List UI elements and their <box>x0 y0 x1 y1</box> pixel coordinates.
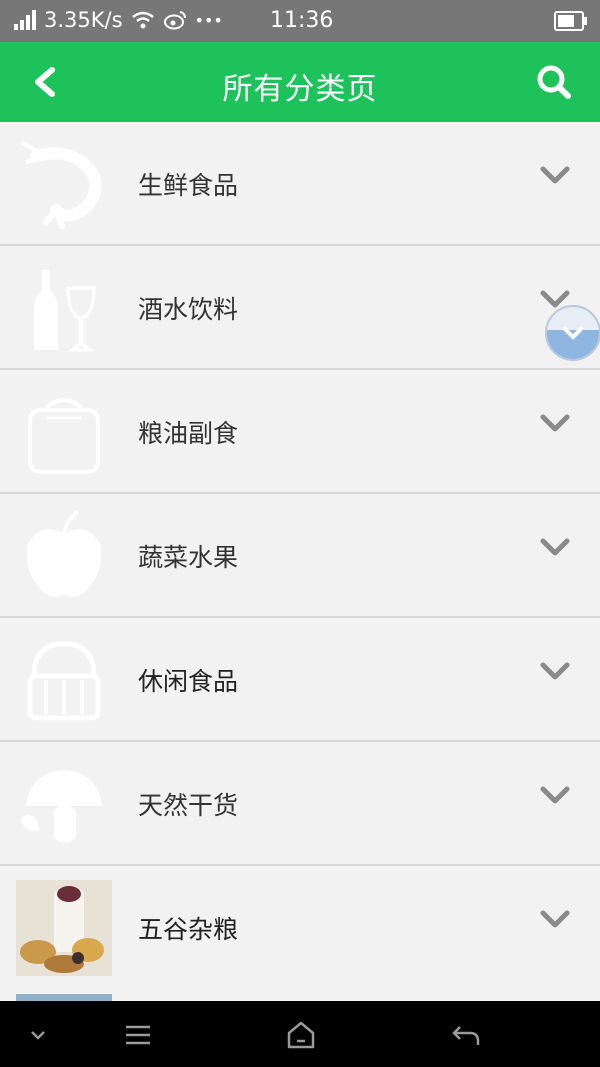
system-nav-bar <box>0 1001 600 1067</box>
chevron-down-icon[interactable] <box>540 164 570 188</box>
chevron-down-icon <box>563 327 583 340</box>
category-row-drinks[interactable]: 酒水饮料 <box>0 246 600 370</box>
category-label: 蔬菜水果 <box>138 543 239 572</box>
weibo-icon <box>163 11 186 30</box>
grains-photo <box>16 880 112 976</box>
status-left: 3.35K/s ••• <box>14 8 223 32</box>
category-row-fresh[interactable]: 生鲜食品 <box>0 122 600 246</box>
chevron-down-icon[interactable] <box>540 784 570 808</box>
page-title: 所有分类页 <box>222 72 378 107</box>
grain-sack-icon <box>28 398 100 474</box>
category-label: 休闲食品 <box>138 667 239 696</box>
search-icon <box>537 65 571 99</box>
category-label: 生鲜食品 <box>138 171 239 200</box>
bottle-glass-icon <box>34 270 96 352</box>
category-row-partial[interactable] <box>0 982 600 1002</box>
menu-icon[interactable] <box>122 1019 154 1051</box>
status-time: 11:36 <box>270 8 334 33</box>
basket-icon <box>27 641 101 721</box>
category-label: 酒水饮料 <box>138 295 239 324</box>
signal-icon <box>14 10 36 30</box>
category-row-dried-goods[interactable]: 天然干货 <box>0 742 600 866</box>
apple-icon <box>26 510 102 597</box>
battery-icon <box>554 10 588 37</box>
wifi-icon <box>131 11 154 29</box>
search-button[interactable] <box>534 62 574 102</box>
shrimp-icon <box>20 140 102 229</box>
category-label: 五谷杂粮 <box>138 915 239 944</box>
category-row-grain-oil[interactable]: 粮油副食 <box>0 370 600 494</box>
collapse-icon[interactable] <box>22 1019 54 1051</box>
more-indicator: ••• <box>194 10 223 30</box>
back-icon[interactable] <box>450 1019 482 1051</box>
header-bar: 所有分类页 <box>0 42 600 122</box>
category-label: 天然干货 <box>138 791 239 820</box>
category-label: 粮油副食 <box>138 419 239 448</box>
category-list: 生鲜食品 酒水饮料 粮油副食 蔬菜水果 休闲食品 天然干货 五谷杂粮 <box>0 122 600 990</box>
home-icon[interactable] <box>285 1019 317 1051</box>
chevron-down-icon[interactable] <box>540 660 570 684</box>
category-row-snacks[interactable]: 休闲食品 <box>0 618 600 742</box>
network-speed: 3.35K/s <box>44 8 123 32</box>
chevron-down-icon[interactable] <box>540 536 570 560</box>
category-row-vegetables-fruit[interactable]: 蔬菜水果 <box>0 494 600 618</box>
chevron-down-icon[interactable] <box>540 908 570 932</box>
category-row-coarse-grains[interactable]: 五谷杂粮 <box>0 866 600 990</box>
chevron-down-icon[interactable] <box>540 412 570 436</box>
mushroom-icon <box>20 770 102 842</box>
status-bar: 3.35K/s ••• 11:36 <box>0 0 600 42</box>
floating-assistant-button[interactable] <box>545 305 600 361</box>
